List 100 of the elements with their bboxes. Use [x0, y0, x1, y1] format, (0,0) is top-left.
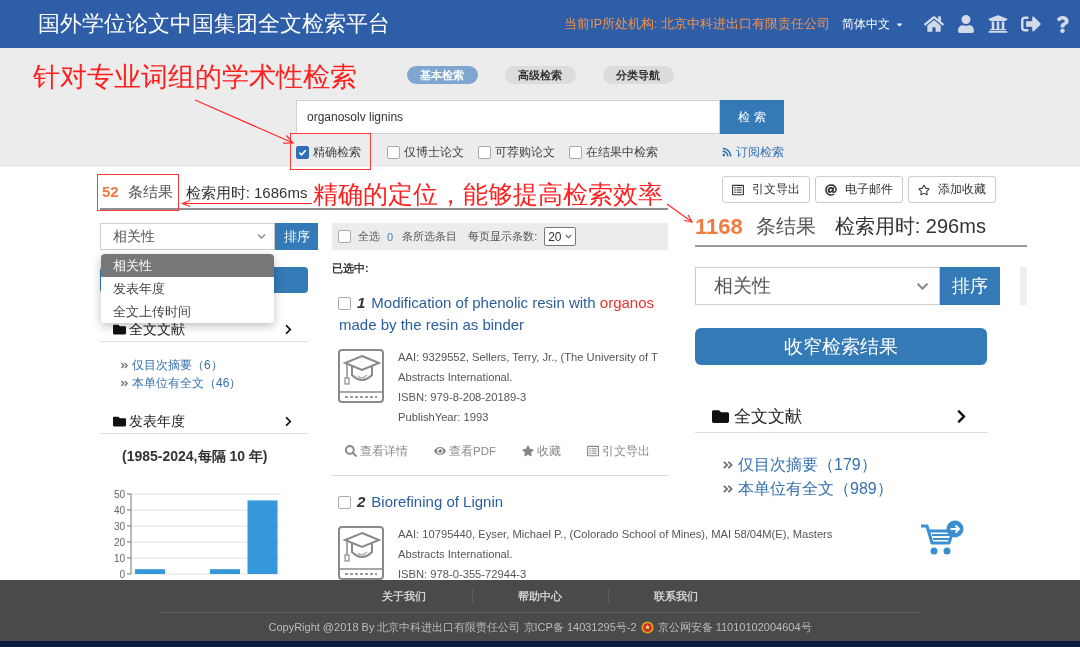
annotation-text: 精确的定位，能够提高检索效率	[313, 179, 663, 209]
folder-icon	[113, 323, 126, 336]
page-size-select[interactable]: 20	[544, 227, 576, 246]
sort-select[interactable]: 相关性	[100, 223, 275, 250]
bank-icon[interactable]	[988, 14, 1008, 34]
footer-link[interactable]: 联系我们	[654, 589, 698, 603]
pdf-link[interactable]: 查看PDF	[434, 443, 496, 459]
chevron-right-icon	[283, 416, 294, 427]
checkbox[interactable]	[569, 145, 582, 159]
facet-title: 全文文献	[129, 320, 185, 339]
search-field[interactable]: organosolv lignins	[296, 100, 720, 134]
search-tab[interactable]: 分类导航	[602, 66, 674, 84]
double-chevron-icon	[722, 483, 734, 495]
y-axis-label: 20	[113, 536, 125, 548]
page-size-label: 每页显示条数:	[468, 229, 538, 244]
user-icon[interactable]	[957, 15, 975, 33]
meta-text: ISBN: 979-8-208-20189-3	[398, 390, 527, 405]
result-title[interactable]: Biorefining of Lignin	[371, 493, 504, 510]
checkbox[interactable]	[338, 230, 351, 243]
sort-button[interactable]: 排序	[940, 267, 1000, 305]
y-axis-label: 10	[113, 552, 125, 564]
favorite-link[interactable]: 收藏	[522, 443, 561, 459]
folder-icon	[113, 415, 126, 428]
double-chevron-icon	[120, 361, 129, 371]
details-link[interactable]: 查看详情	[345, 443, 408, 459]
checkbox[interactable]	[478, 145, 491, 159]
emblem-icon	[640, 620, 654, 634]
selected-count: 0	[387, 230, 394, 243]
double-chevron-icon	[722, 459, 734, 471]
institution-text: 当前IP所处机构: 北京中科进出口有限责任公司	[564, 15, 830, 33]
facet-header[interactable]: 全文文献	[695, 400, 987, 433]
subscribe-link[interactable]: 订阅检索	[722, 144, 784, 160]
result-count: 1168	[695, 213, 743, 240]
checkbox[interactable]	[338, 496, 351, 509]
question-mark-icon[interactable]	[1054, 15, 1071, 33]
sort-select[interactable]: 相关性	[695, 267, 940, 305]
facet-title: 发表年度	[129, 412, 185, 431]
checkbox-label: 可荐购论文	[495, 144, 555, 160]
sort-button[interactable]: 排序	[275, 223, 318, 250]
checkbox[interactable]	[296, 145, 309, 159]
result-title[interactable]: made by the resin as binder	[339, 314, 525, 336]
annotation-arrow	[665, 202, 694, 224]
checkbox-label: 仅博士论文	[404, 144, 464, 160]
star-icon	[522, 445, 534, 457]
checkbox-label: 在结果中检索	[586, 144, 658, 160]
chart-bar	[210, 569, 240, 574]
copyright-text: CopyRight @2018 By 北京中科进出口有限责任公司 京ICP备 14031295号-2	[268, 619, 637, 635]
narrow-results-button[interactable]: 收窄检索结果	[695, 328, 987, 365]
list-icon	[587, 445, 599, 457]
meta-text: AAI: 10795440, Eyser, Michael P., (Colorado School of Mines), MAI 58/04M(E), Masters	[398, 527, 833, 542]
cart-icon	[920, 520, 964, 556]
search-tab[interactable]: 高级检索	[504, 66, 576, 84]
search-icon	[345, 445, 357, 457]
selected-label: 条所选条目	[402, 229, 458, 244]
y-axis-label: 40	[113, 504, 125, 516]
y-axis-label: 30	[113, 520, 125, 532]
checkbox[interactable]	[338, 297, 351, 310]
eye-icon	[434, 445, 446, 457]
dropdown-option[interactable]: 全文上传时间	[101, 300, 274, 323]
dropdown-option[interactable]: 相关性	[101, 254, 274, 277]
meta-text: Abstracts International.	[398, 547, 513, 562]
facet-header[interactable]: 全文文献	[100, 318, 308, 342]
favorite-button[interactable]: 添加收藏	[908, 176, 996, 203]
checkbox[interactable]	[387, 145, 400, 159]
list-icon	[732, 183, 744, 196]
dropdown-option[interactable]: 发表年度	[101, 277, 274, 300]
result-count: 52	[102, 184, 119, 200]
y-axis-label: 0	[119, 568, 125, 580]
graduation-cap-icon	[338, 349, 384, 403]
site-title: 国外学位论文中国集团全文检索平台	[38, 10, 390, 38]
select-all-label: 全选	[358, 229, 380, 244]
result-title[interactable]: Modification of phenolic resin with organos	[371, 294, 654, 311]
checkbox-label: 精确检索	[313, 144, 361, 160]
annotation-text: 针对专业词组的学术性检索	[33, 62, 357, 92]
facet-link[interactable]: 本单位有全文（989）	[722, 477, 893, 501]
result-number: 2	[357, 493, 366, 510]
facet-title: 全文文献	[734, 405, 802, 428]
at-sign-icon	[825, 183, 837, 196]
result-unit: 条结果	[755, 214, 816, 239]
y-axis-label: 50	[113, 488, 125, 500]
home-icon[interactable]	[924, 14, 944, 34]
double-chevron-icon	[120, 378, 129, 388]
chart-title: (1985-2024,每隔 10 年)	[122, 448, 268, 466]
export-link[interactable]: 引文导出	[587, 443, 650, 459]
export-button[interactable]: 引文导出	[722, 176, 810, 203]
sign-out-icon[interactable]	[1021, 14, 1041, 34]
language-menu[interactable]: 简体中文	[842, 15, 904, 33]
meta-text: ISBN: 978-0-355-72944-3	[398, 567, 527, 580]
result-unit: 条结果	[127, 184, 173, 200]
footer-link[interactable]: 帮助中心	[518, 589, 562, 603]
facet-link[interactable]: 本单位有全文（46）	[120, 374, 242, 392]
search-button[interactable]: 检 索	[720, 100, 784, 134]
chart-bar	[135, 569, 165, 574]
email-button[interactable]: 电子邮件	[815, 176, 903, 203]
facet-header[interactable]: 发表年度	[100, 410, 308, 434]
selected-heading: 已选中:	[332, 261, 369, 276]
footer-link[interactable]: 关于我们	[382, 589, 426, 603]
facet-link[interactable]: 仅目次摘要（6）	[120, 357, 223, 375]
police-record-text: 京公网安备 11010102004604号	[657, 619, 812, 635]
facet-link[interactable]: 仅目次摘要（179）	[722, 453, 877, 477]
